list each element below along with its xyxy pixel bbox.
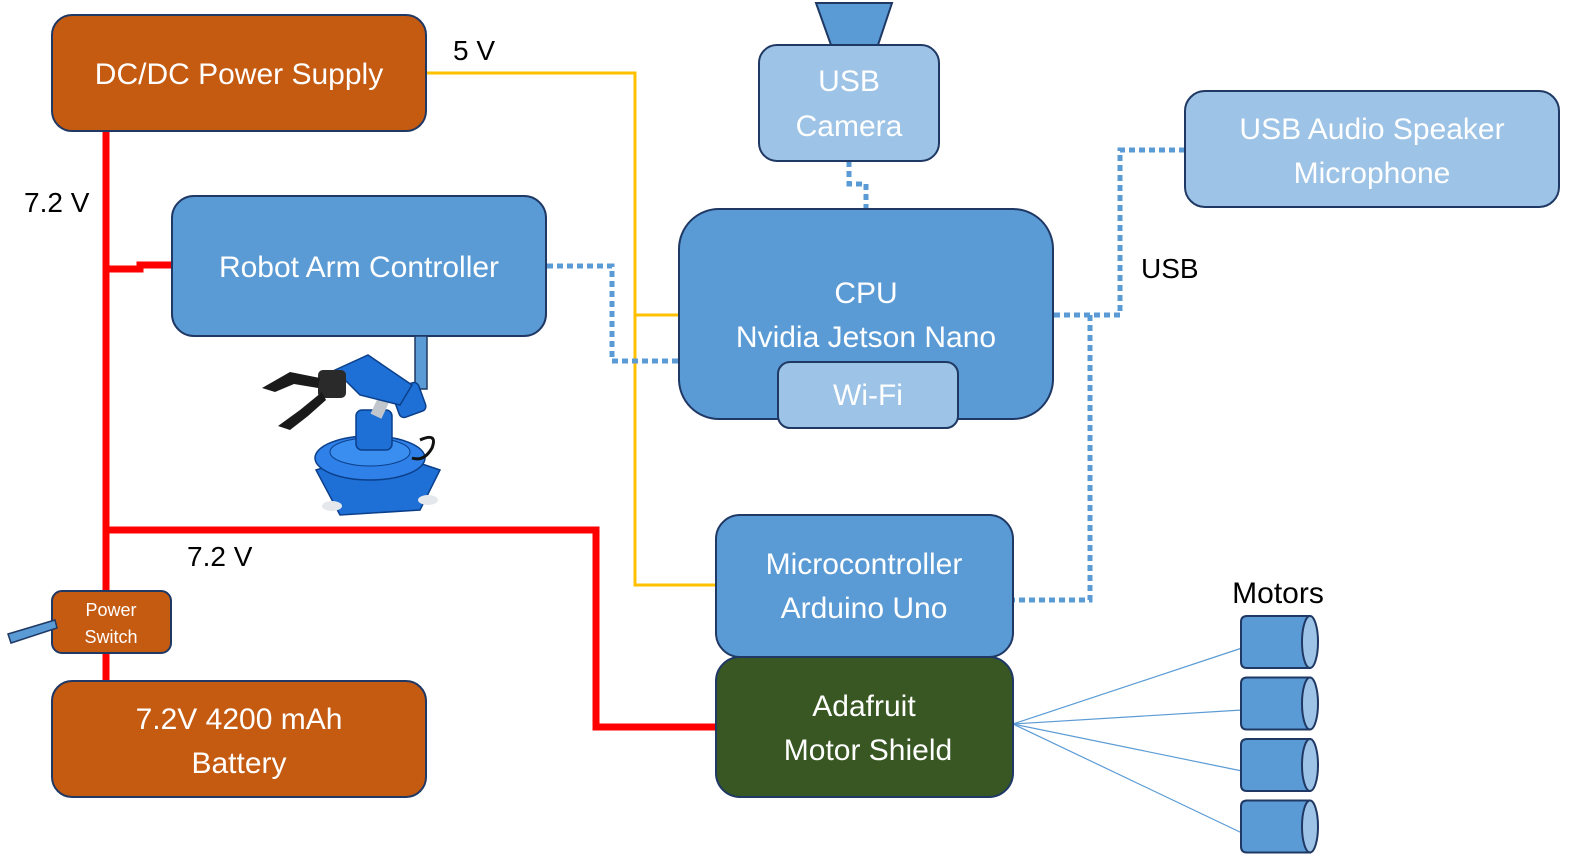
robot-arm-cable	[414, 335, 428, 390]
battery-label-line1: 7.2V 4200 mAh	[136, 703, 343, 736]
robot-arm-controller-label: Robot Arm Controller	[219, 251, 499, 284]
usb-audio-label-line2: Microphone	[1294, 157, 1451, 190]
usb-audio-box[interactable]: USB Audio Speaker Microphone	[1184, 90, 1560, 208]
motor-wire-4	[1012, 723, 1243, 834]
dcdc-label: DC/DC Power Supply	[95, 58, 383, 91]
microcontroller-label-line1: Microcontroller	[766, 548, 963, 581]
motor-wires	[1012, 647, 1243, 834]
label-motors: Motors	[1232, 577, 1324, 610]
wifi-box[interactable]: Wi-Fi	[777, 361, 959, 429]
robot-arm-image	[262, 354, 442, 516]
cpu-label-line1: CPU	[834, 277, 897, 310]
motor-shield-label-line2: Motor Shield	[784, 734, 952, 767]
power-switch-label-line1: Power	[85, 600, 136, 620]
power-switch-box[interactable]: Power Switch	[51, 590, 172, 654]
motor-cylinder-icon	[1240, 738, 1319, 792]
label-5v: 5 V	[453, 35, 495, 66]
dcdc-power-supply-box[interactable]: DC/DC Power Supply	[51, 14, 427, 132]
usb-camera-label-line2: Camera	[796, 110, 903, 143]
battery-label-line2: Battery	[191, 747, 286, 780]
motors-group	[1240, 615, 1319, 854]
camera-lens-icon	[814, 2, 894, 46]
system-block-diagram: DC/DC Power Supply Robot Arm Controller	[7, 2, 1560, 854]
motor-cylinder-icon	[1240, 799, 1319, 854]
label-72v-top: 7.2 V	[24, 187, 90, 218]
motor-cylinder-icon	[1240, 676, 1319, 731]
switch-lever-icon[interactable]	[7, 619, 58, 644]
cpu-label-line2: Nvidia Jetson Nano	[736, 321, 996, 354]
usb-audio-label-line1: USB Audio Speaker	[1239, 113, 1504, 146]
microcontroller-label-line2: Arduino Uno	[781, 592, 948, 625]
usb-cpu-to-audio	[1054, 147, 1186, 318]
motor-shield-box[interactable]: Adafruit Motor Shield	[715, 656, 1014, 798]
robot-arm-controller-box[interactable]: Robot Arm Controller	[171, 195, 547, 337]
battery-box[interactable]: 7.2V 4200 mAh Battery	[51, 680, 427, 798]
wifi-label: Wi-Fi	[833, 379, 903, 412]
microcontroller-box[interactable]: Microcontroller Arduino Uno	[715, 514, 1014, 658]
label-usb: USB	[1141, 253, 1199, 284]
usb-camera-label-line1: USB	[818, 65, 880, 98]
usb-camera-to-cpu	[846, 161, 869, 210]
power-switch-label-line2: Switch	[84, 627, 137, 647]
wire-72v-to-robot-arm-controller	[106, 261, 172, 273]
motor-wire-3	[1012, 723, 1243, 772]
motor-shield-label-line1: Adafruit	[812, 690, 916, 723]
motor-cylinder-icon	[1240, 615, 1319, 669]
usb-camera-box[interactable]: USB Camera	[758, 44, 940, 162]
label-72v-mid: 7.2 V	[187, 541, 253, 572]
